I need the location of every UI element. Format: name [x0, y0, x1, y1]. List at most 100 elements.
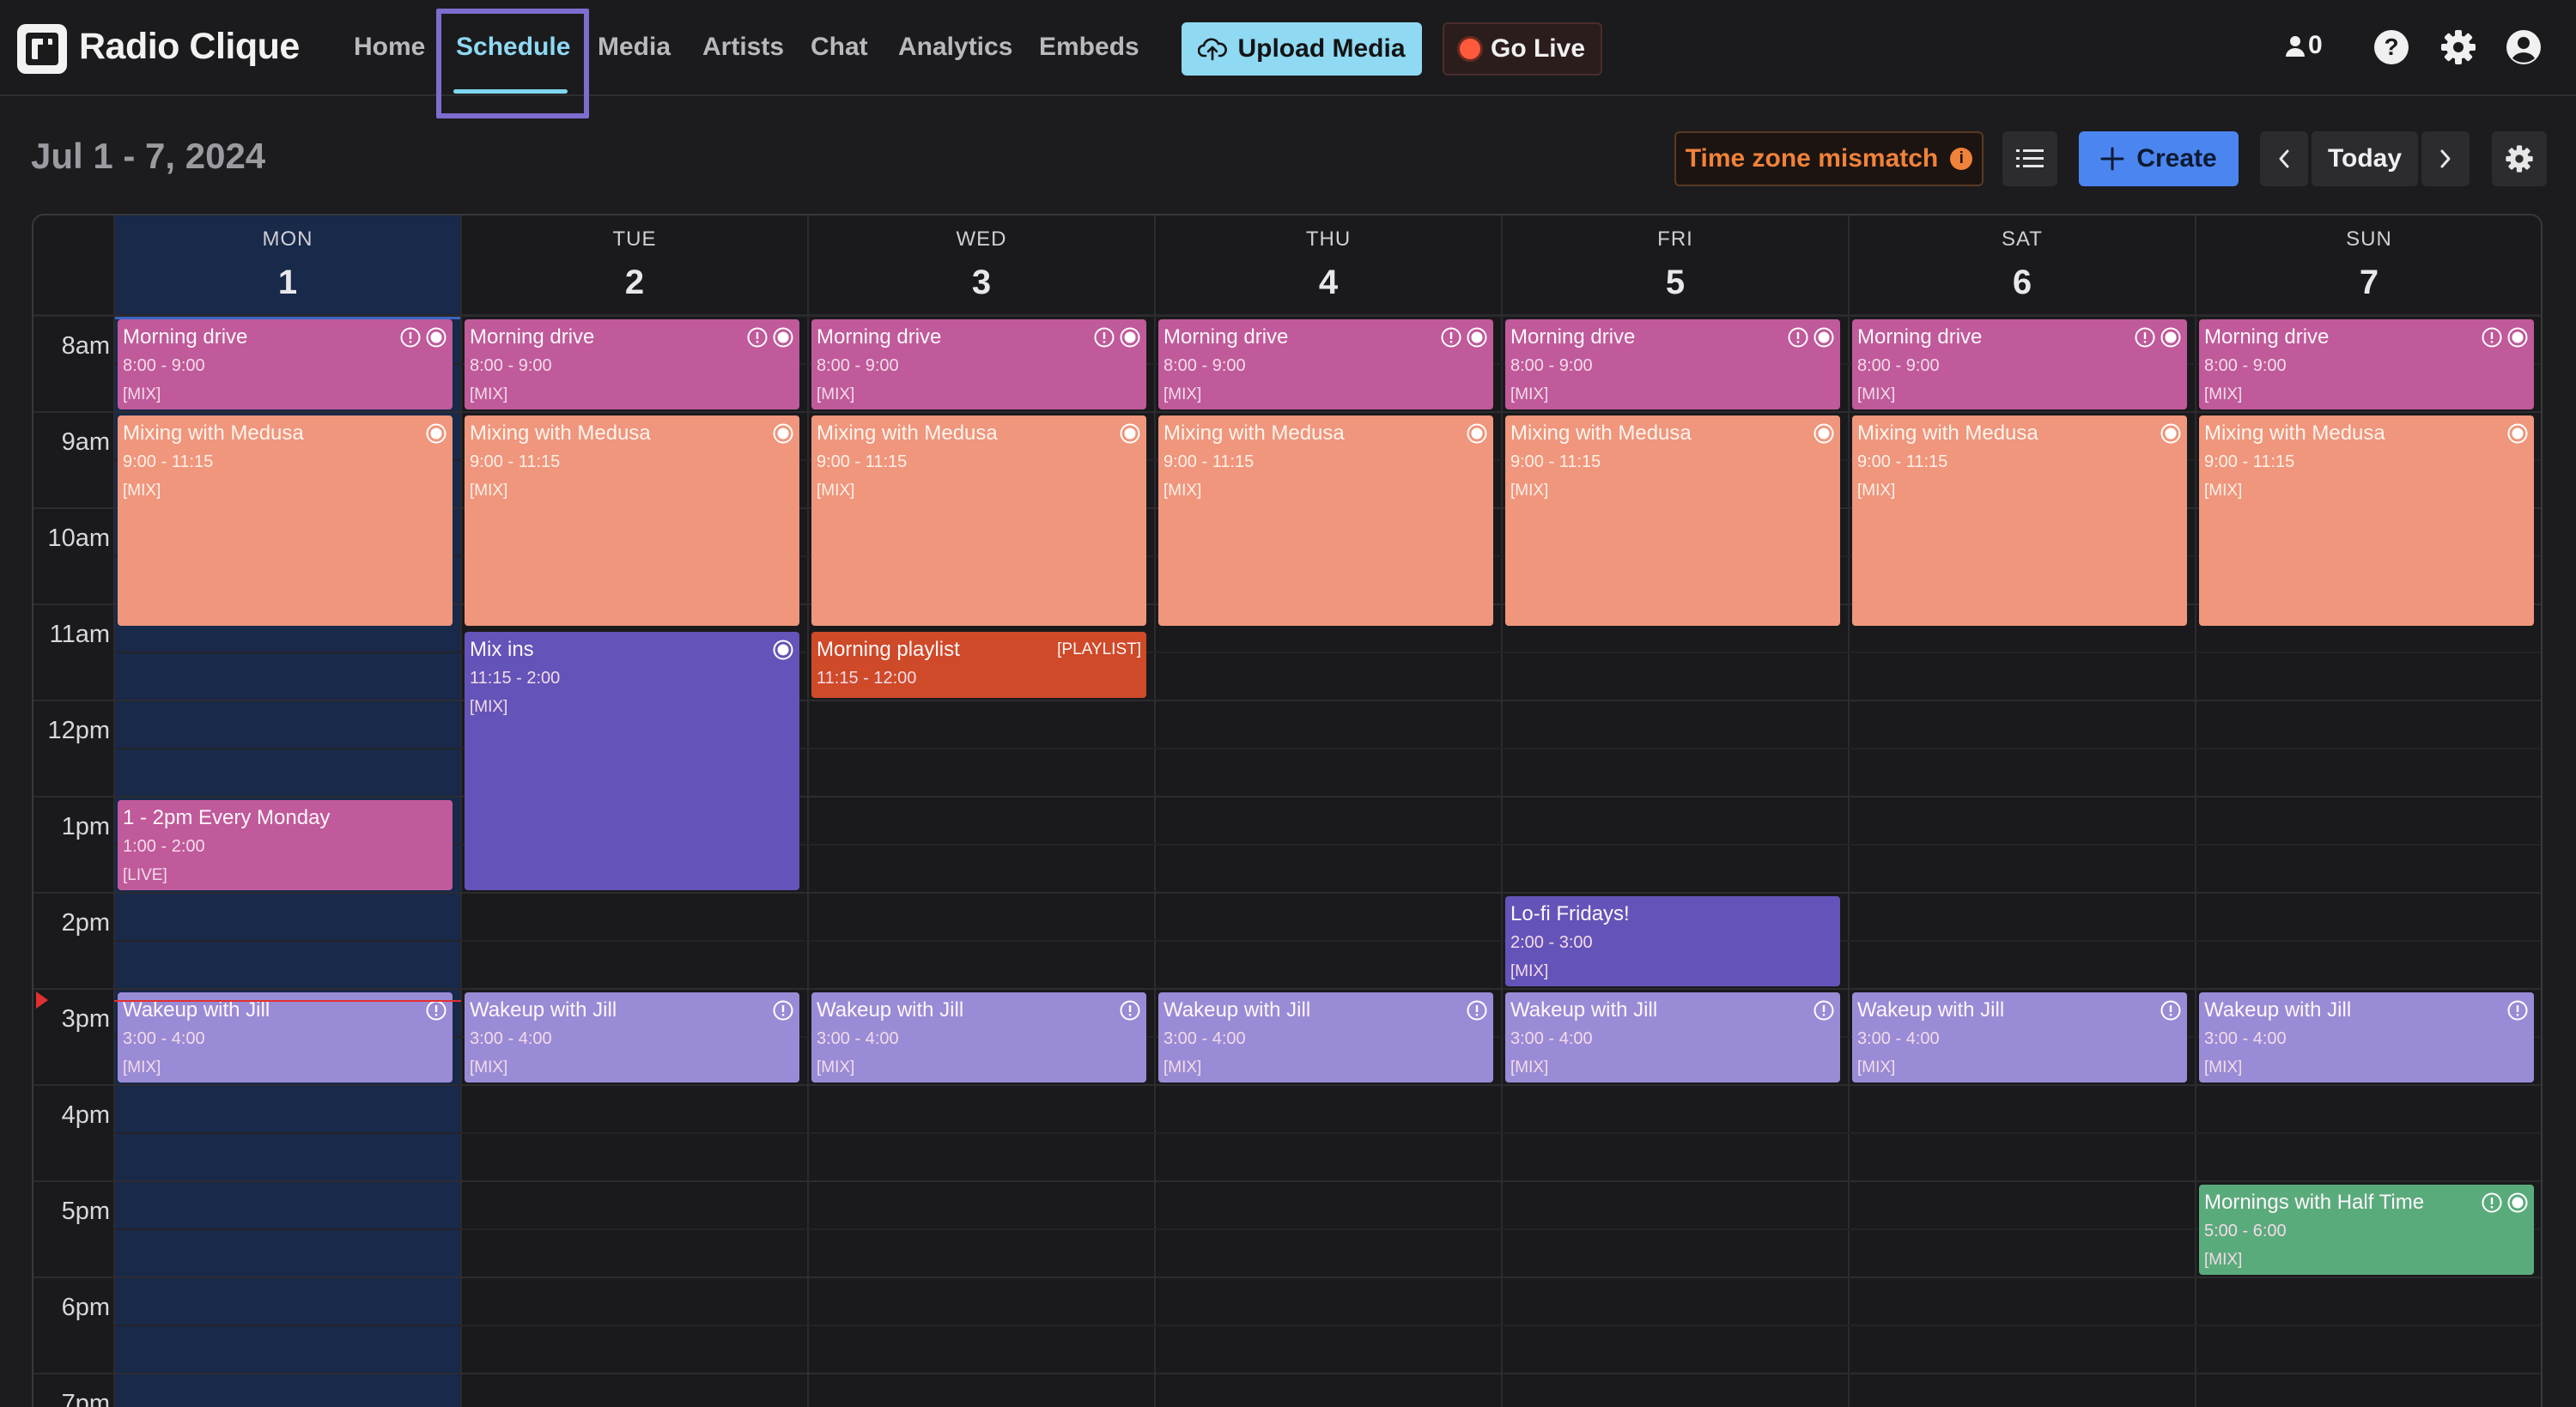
- info-icon[interactable]: [1119, 999, 1141, 1022]
- event-time: 8:00 - 9:00: [1857, 356, 1940, 375]
- create-button[interactable]: Create: [2079, 131, 2239, 186]
- event-block[interactable]: Mixing with Medusa 9:00 - 11:15 [MIX]: [1852, 415, 2187, 626]
- event-block[interactable]: Wakeup with Jill 3:00 - 4:00 [MIX]: [2199, 992, 2534, 1083]
- day-header-wed[interactable]: WED 3: [808, 219, 1155, 315]
- info-icon[interactable]: [1787, 326, 1809, 349]
- event-block[interactable]: Morning drive 8:00 - 9:00 [MIX]: [2199, 319, 2534, 409]
- info-icon[interactable]: [1813, 999, 1835, 1022]
- event-block[interactable]: Mix ins 11:15 - 2:00 [MIX]: [465, 632, 799, 890]
- event-block[interactable]: Mixing with Medusa 9:00 - 11:15 [MIX]: [811, 415, 1146, 626]
- event-block[interactable]: Mixing with Medusa 9:00 - 11:15 [MIX]: [2199, 415, 2534, 626]
- info-icon[interactable]: [772, 999, 794, 1022]
- top-nav: Radio Clique Home Schedule Media Artists…: [0, 0, 2576, 118]
- event-block[interactable]: Wakeup with Jill 3:00 - 4:00 [MIX]: [1158, 992, 1493, 1083]
- info-icon[interactable]: [2481, 1192, 2503, 1214]
- event-block[interactable]: Wakeup with Jill 3:00 - 4:00 [MIX]: [1852, 992, 2187, 1083]
- nav-artists[interactable]: Artists: [702, 33, 784, 62]
- nav-home[interactable]: Home: [354, 33, 425, 62]
- event-block[interactable]: Mixing with Medusa 9:00 - 11:15 [MIX]: [465, 415, 799, 626]
- info-icon[interactable]: [2134, 326, 2156, 349]
- day-header-sat[interactable]: SAT 6: [1849, 219, 2196, 315]
- broadcast-icon[interactable]: [772, 639, 794, 661]
- day-header-tue[interactable]: TUE 2: [461, 219, 808, 315]
- broadcast-icon[interactable]: [1119, 422, 1141, 445]
- event-title: Wakeup with Jill: [817, 998, 964, 1022]
- upload-media-label: Upload Media: [1237, 34, 1406, 63]
- previous-week-button[interactable]: [2260, 131, 2308, 186]
- event-block[interactable]: Mornings with Half Time 5:00 - 6:00 [MIX]: [2199, 1185, 2534, 1275]
- broadcast-icon[interactable]: [2506, 326, 2529, 349]
- event-icons: [1119, 999, 1141, 1022]
- info-icon[interactable]: [746, 326, 769, 349]
- info-icon[interactable]: [2160, 999, 2182, 1022]
- info-icon: i: [1950, 148, 1973, 170]
- nav-chat[interactable]: Chat: [811, 33, 868, 62]
- event-block[interactable]: Wakeup with Jill 3:00 - 4:00 [MIX]: [118, 992, 453, 1083]
- nav-analytics[interactable]: Analytics: [898, 33, 1012, 62]
- time-label: 5pm: [61, 1198, 110, 1225]
- broadcast-icon[interactable]: [425, 326, 447, 349]
- event-time: 9:00 - 11:15: [123, 452, 214, 471]
- broadcast-icon[interactable]: [425, 422, 447, 445]
- broadcast-icon[interactable]: [772, 422, 794, 445]
- nav-embeds[interactable]: Embeds: [1039, 33, 1139, 62]
- info-icon[interactable]: [2481, 326, 2503, 349]
- event-title: Morning drive: [1857, 325, 1983, 349]
- event-block[interactable]: Mixing with Medusa 9:00 - 11:15 [MIX]: [1158, 415, 1493, 626]
- info-icon[interactable]: [2506, 999, 2529, 1022]
- event-time: 9:00 - 11:15: [1510, 452, 1601, 471]
- event-block[interactable]: Morning drive 8:00 - 9:00 [MIX]: [1505, 319, 1840, 409]
- help-icon[interactable]: ?: [2372, 27, 2411, 67]
- event-block[interactable]: Lo-fi Fridays! 2:00 - 3:00 [MIX]: [1505, 896, 1840, 986]
- upload-media-button[interactable]: Upload Media: [1182, 22, 1422, 76]
- brand-name[interactable]: Radio Clique: [79, 26, 300, 68]
- broadcast-icon[interactable]: [1813, 326, 1835, 349]
- event-block[interactable]: Wakeup with Jill 3:00 - 4:00 [MIX]: [811, 992, 1146, 1083]
- account-avatar-icon[interactable]: [2504, 27, 2543, 67]
- broadcast-icon[interactable]: [1466, 326, 1488, 349]
- info-icon[interactable]: [1093, 326, 1115, 349]
- event-block[interactable]: Morning drive 8:00 - 9:00 [MIX]: [1158, 319, 1493, 409]
- broadcast-icon[interactable]: [1813, 422, 1835, 445]
- info-icon[interactable]: [425, 999, 447, 1022]
- event-block[interactable]: Morning drive 8:00 - 9:00 [MIX]: [811, 319, 1146, 409]
- event-block[interactable]: 1 - 2pm Every Monday 1:00 - 2:00 [LIVE]: [118, 800, 453, 890]
- timezone-mismatch-warning[interactable]: Time zone mismatch i: [1674, 131, 1984, 186]
- go-live-button[interactable]: Go Live: [1443, 22, 1602, 76]
- broadcast-icon[interactable]: [772, 326, 794, 349]
- event-block[interactable]: Mixing with Medusa 9:00 - 11:15 [MIX]: [118, 415, 453, 626]
- today-button[interactable]: Today: [2312, 131, 2418, 186]
- info-icon[interactable]: [1466, 999, 1488, 1022]
- day-name: SAT: [2002, 227, 2043, 251]
- calendar-settings-button[interactable]: [2492, 131, 2547, 186]
- listener-count[interactable]: 0: [2284, 31, 2323, 60]
- event-type-tag: [MIX]: [1510, 385, 1549, 403]
- settings-gear-icon[interactable]: [2439, 27, 2478, 67]
- next-week-button[interactable]: [2421, 131, 2470, 186]
- event-title: Lo-fi Fridays!: [1510, 902, 1630, 925]
- list-view-button[interactable]: [2002, 131, 2057, 186]
- broadcast-icon[interactable]: [2160, 326, 2182, 349]
- day-header-thu[interactable]: THU 4: [1155, 219, 1502, 315]
- event-block[interactable]: Wakeup with Jill 3:00 - 4:00 [MIX]: [1505, 992, 1840, 1083]
- logo-icon[interactable]: [17, 24, 67, 74]
- broadcast-icon[interactable]: [1119, 326, 1141, 349]
- day-header-sun[interactable]: SUN 7: [2196, 219, 2541, 315]
- event-block[interactable]: Morning playlist 11:15 - 12:00 [PLAYLIST]: [811, 632, 1146, 698]
- event-block[interactable]: Morning drive 8:00 - 9:00 [MIX]: [465, 319, 799, 409]
- broadcast-icon[interactable]: [2506, 422, 2529, 445]
- broadcast-icon[interactable]: [1466, 422, 1488, 445]
- event-block[interactable]: Wakeup with Jill 3:00 - 4:00 [MIX]: [465, 992, 799, 1083]
- day-header-fri[interactable]: FRI 5: [1502, 219, 1849, 315]
- day-header-mon[interactable]: MON 1: [114, 219, 461, 315]
- event-block[interactable]: Mixing with Medusa 9:00 - 11:15 [MIX]: [1505, 415, 1840, 626]
- current-time-indicator: [114, 1000, 461, 1002]
- nav-media[interactable]: Media: [598, 33, 671, 62]
- event-block[interactable]: Morning drive 8:00 - 9:00 [MIX]: [1852, 319, 2187, 409]
- broadcast-icon[interactable]: [2506, 1192, 2529, 1214]
- chevron-right-icon: [2440, 149, 2451, 168]
- broadcast-icon[interactable]: [2160, 422, 2182, 445]
- info-icon[interactable]: [399, 326, 422, 349]
- event-block[interactable]: Morning drive 8:00 - 9:00 [MIX]: [118, 319, 453, 409]
- info-icon[interactable]: [1440, 326, 1462, 349]
